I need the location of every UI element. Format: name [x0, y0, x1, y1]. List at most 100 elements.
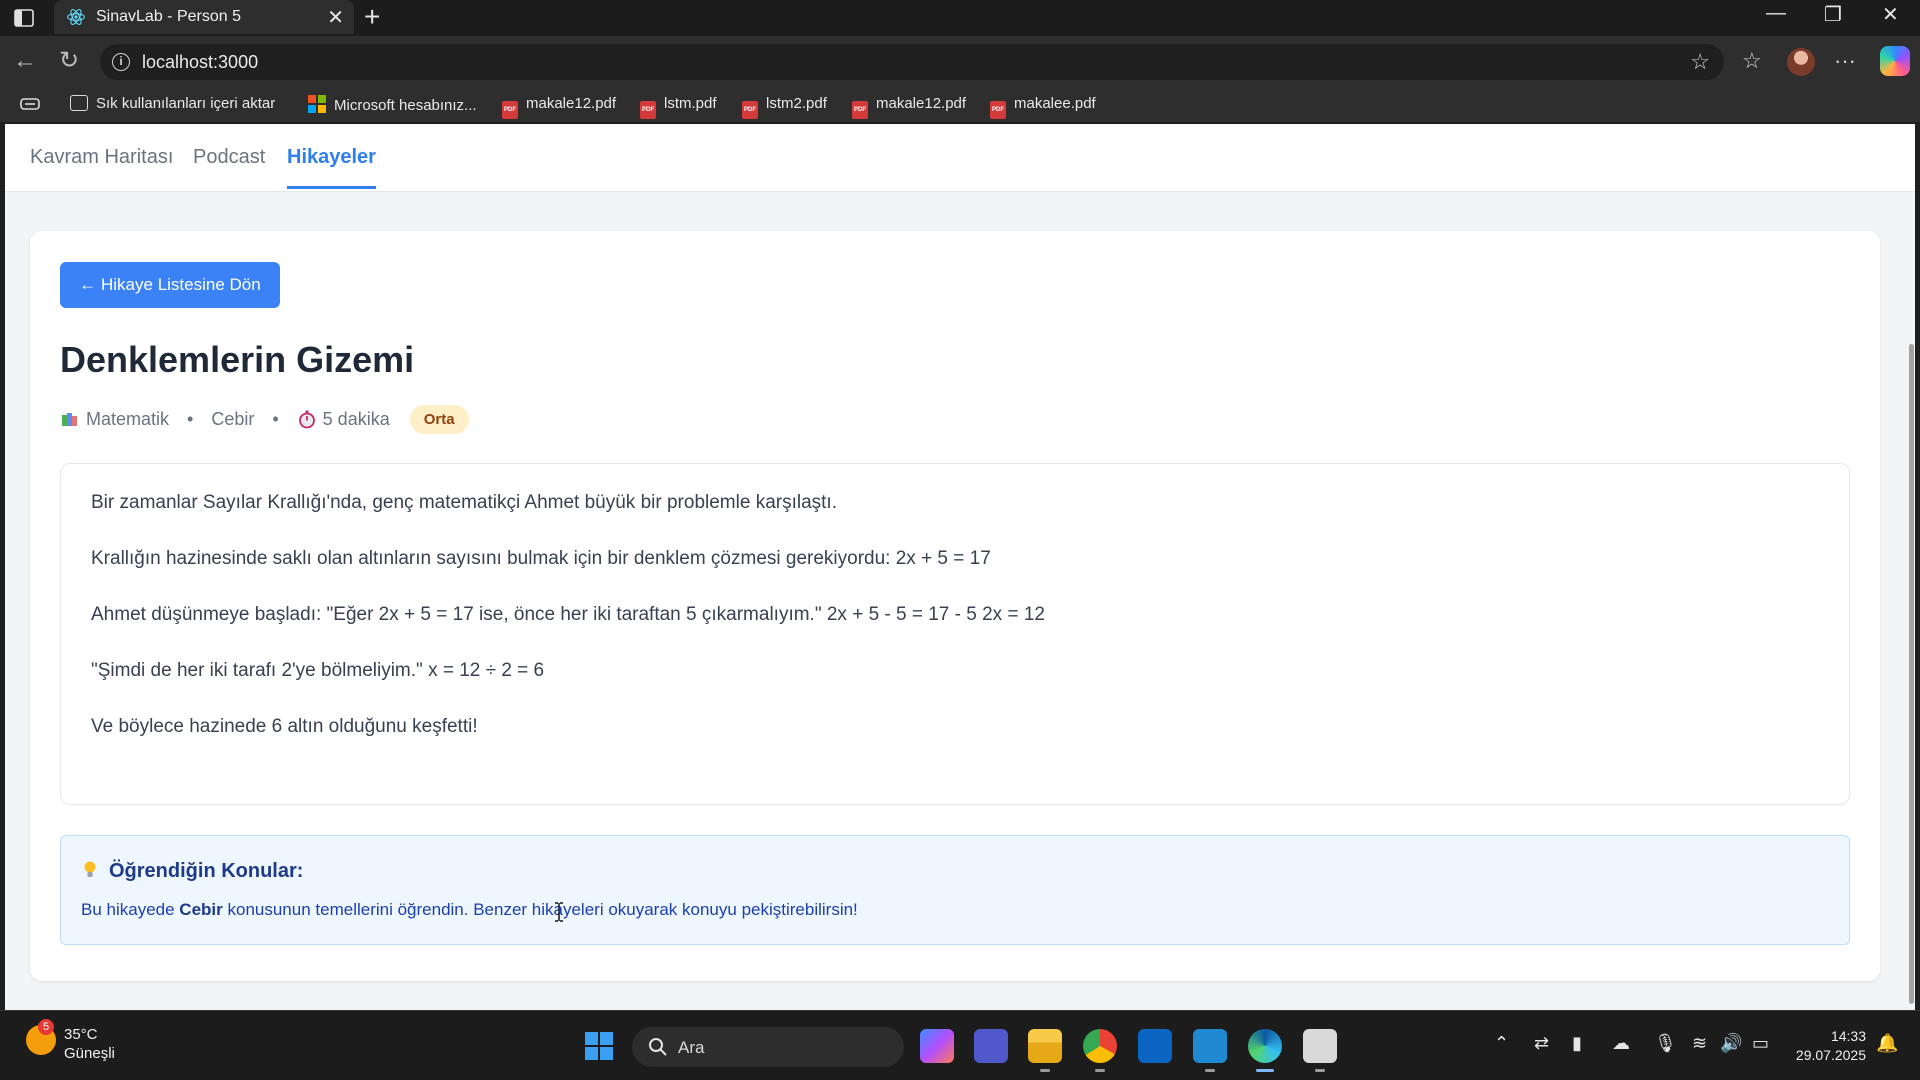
- notification-bell-icon[interactable]: 🔔: [1876, 1033, 1898, 1054]
- learned-topic-name: Cebir: [179, 900, 223, 919]
- running-indicator: [1095, 1069, 1105, 1072]
- weather-sun-icon[interactable]: 5: [26, 1019, 56, 1055]
- back-icon[interactable]: ←: [10, 46, 40, 76]
- clock-date: 29.07.2025: [1795, 1047, 1866, 1063]
- difficulty-badge: Orta: [409, 404, 469, 434]
- story-paragraph: Krallığın hazinesinde saklı olan altınla…: [91, 548, 991, 569]
- story-paragraph: Ahmet düşünmeye başladı: "Eğer 2x + 5 = …: [91, 604, 1045, 625]
- tab-podcast[interactable]: Podcast: [193, 146, 265, 169]
- copilot-app-icon[interactable]: [920, 1029, 954, 1063]
- weather-widget[interactable]: 35°C Güneşli: [64, 1025, 115, 1063]
- edge-icon[interactable]: [1248, 1029, 1282, 1063]
- story-subject: Matematik: [86, 408, 170, 429]
- import-icon: [70, 95, 88, 111]
- chart-tray-icon[interactable]: ▮: [1572, 1033, 1582, 1054]
- favorites-icon[interactable]: ☆: [1742, 48, 1762, 74]
- browser-titlebar: SinavLab - Person 5 ✕ + — ❐ ✕: [0, 0, 1920, 36]
- weather-temp: 35°C: [64, 1026, 98, 1043]
- pdf-icon: PDF: [640, 101, 656, 119]
- story-paragraph: "Şimdi de her iki tarafı 2'ye bölmeliyim…: [91, 660, 545, 681]
- microsoft-logo-icon: [308, 95, 326, 113]
- sidebar-toggle-icon[interactable]: [12, 6, 36, 30]
- weather-desc: Güneşli: [64, 1045, 115, 1062]
- file-explorer-icon[interactable]: [1028, 1029, 1062, 1063]
- story-card: ← Hikaye Listesine Dön Denklemlerin Gize…: [30, 231, 1880, 981]
- bookmark-microsoft[interactable]: Microsoft hesabınız...: [308, 95, 477, 114]
- story-topic: Cebir: [211, 408, 255, 429]
- stopwatch-icon: [298, 410, 315, 429]
- separator-dot: •: [187, 408, 194, 429]
- taskbar-search[interactable]: Ara: [632, 1027, 904, 1067]
- wifi-icon[interactable]: ≋: [1692, 1033, 1707, 1054]
- scrollbar-thumb[interactable]: [1909, 344, 1914, 1004]
- running-indicator: [1205, 1069, 1215, 1072]
- search-label: Ara: [678, 1038, 705, 1057]
- browser-tab[interactable]: SinavLab - Person 5 ✕: [54, 0, 354, 34]
- favorite-star-icon[interactable]: ☆: [1690, 49, 1710, 75]
- tab-hikayeler[interactable]: Hikayeler: [287, 146, 376, 189]
- pdf-icon: PDF: [852, 101, 868, 119]
- react-favicon-icon: [67, 9, 85, 25]
- story-meta: Matematik • Cebir • 5 dakika Orta: [60, 403, 469, 435]
- tab-title: SinavLab - Person 5: [96, 8, 241, 25]
- volume-icon[interactable]: 🔊: [1720, 1033, 1742, 1054]
- text-cursor-icon: [555, 902, 563, 922]
- profile-avatar[interactable]: [1787, 48, 1815, 76]
- minimize-icon[interactable]: —: [1766, 2, 1786, 25]
- tab-kavram-haritasi[interactable]: Kavram Haritası: [30, 146, 173, 169]
- snipping-tool-icon[interactable]: [1303, 1029, 1337, 1063]
- active-indicator: [1256, 1069, 1274, 1072]
- learned-topics-text: Bu hikayede Cebir konusunun temellerini …: [81, 900, 858, 919]
- books-icon: [62, 413, 77, 426]
- tab-actions-icon[interactable]: [20, 96, 40, 112]
- weather-badge: 5: [38, 1019, 54, 1035]
- windows-taskbar: 5 35°C Güneşli Ara ⌃ ⇄ ▮ ☁ 🎙 ≋ 🔊 ▭ 14:33…: [0, 1010, 1920, 1080]
- more-options-icon[interactable]: ···: [1834, 48, 1856, 74]
- close-tab-icon[interactable]: ✕: [327, 5, 344, 30]
- pdf-icon: PDF: [502, 101, 518, 119]
- outlook-icon[interactable]: [1138, 1029, 1172, 1063]
- search-icon: [649, 1038, 667, 1056]
- story-content: Bir zamanlar Sayılar Krallığı'nda, genç …: [60, 463, 1850, 805]
- bookmarks-bar: Sık kullanılanları içeri aktar Microsoft…: [0, 86, 1920, 122]
- restore-icon[interactable]: ❐: [1824, 2, 1842, 27]
- address-bar-row: ← ↻ i localhost:3000 ☆ ☆ ···: [0, 36, 1920, 86]
- address-bar[interactable]: i localhost:3000 ☆: [100, 44, 1724, 80]
- clock-time: 14:33: [1830, 1028, 1866, 1044]
- back-to-list-button[interactable]: ← Hikaye Listesine Dön: [60, 262, 280, 308]
- bookmark-pdf[interactable]: PDF lstm.pdf: [640, 95, 717, 119]
- page-viewport: Kavram Haritası Podcast Hikayeler ← Hika…: [5, 124, 1915, 1010]
- close-window-icon[interactable]: ✕: [1882, 2, 1899, 27]
- learned-topics-box: Öğrendiğin Konular: Bu hikayede Cebir ko…: [60, 835, 1850, 945]
- microphone-icon[interactable]: 🎙: [1654, 1033, 1677, 1054]
- onedrive-icon[interactable]: ☁: [1612, 1033, 1630, 1054]
- pdf-icon: PDF: [742, 101, 758, 119]
- show-hidden-icons[interactable]: ⌃: [1494, 1033, 1509, 1054]
- teams-icon[interactable]: [974, 1029, 1008, 1063]
- story-paragraph: Ve böylece hazinede 6 altın olduğunu keş…: [91, 716, 478, 737]
- pdf-icon: PDF: [990, 101, 1006, 119]
- battery-icon[interactable]: ▭: [1752, 1033, 1769, 1054]
- url-text: localhost:3000: [142, 52, 259, 72]
- story-duration: 5 dakika: [322, 408, 390, 429]
- app-nav: Kavram Haritası Podcast Hikayeler: [5, 124, 1915, 192]
- bookmark-pdf[interactable]: PDF makalee.pdf: [990, 95, 1096, 119]
- bookmark-pdf[interactable]: PDF makale12.pdf: [852, 95, 966, 119]
- page-scrollbar[interactable]: [1908, 192, 1915, 1010]
- learned-topics-heading: Öğrendiğin Konular:: [83, 860, 303, 883]
- windows-start-icon[interactable]: [584, 1031, 614, 1061]
- bookmark-pdf[interactable]: PDF makale12.pdf: [502, 95, 616, 119]
- bookmark-import[interactable]: Sık kullanılanları içeri aktar: [70, 95, 275, 112]
- chrome-icon[interactable]: [1083, 1029, 1117, 1063]
- system-clock[interactable]: 14:33 29.07.2025: [1790, 1027, 1866, 1065]
- reload-icon[interactable]: ↻: [54, 46, 84, 76]
- new-tab-icon[interactable]: +: [364, 1, 380, 33]
- network-toggle-icon[interactable]: ⇄: [1534, 1033, 1549, 1054]
- lightbulb-icon: [84, 861, 96, 877]
- story-title: Denklemlerin Gizemi: [60, 339, 415, 380]
- site-info-icon[interactable]: i: [112, 53, 130, 71]
- bookmark-pdf[interactable]: PDF lstm2.pdf: [742, 95, 827, 119]
- vscode-icon[interactable]: [1193, 1029, 1227, 1063]
- separator-dot: •: [272, 408, 279, 429]
- copilot-icon[interactable]: [1880, 46, 1910, 76]
